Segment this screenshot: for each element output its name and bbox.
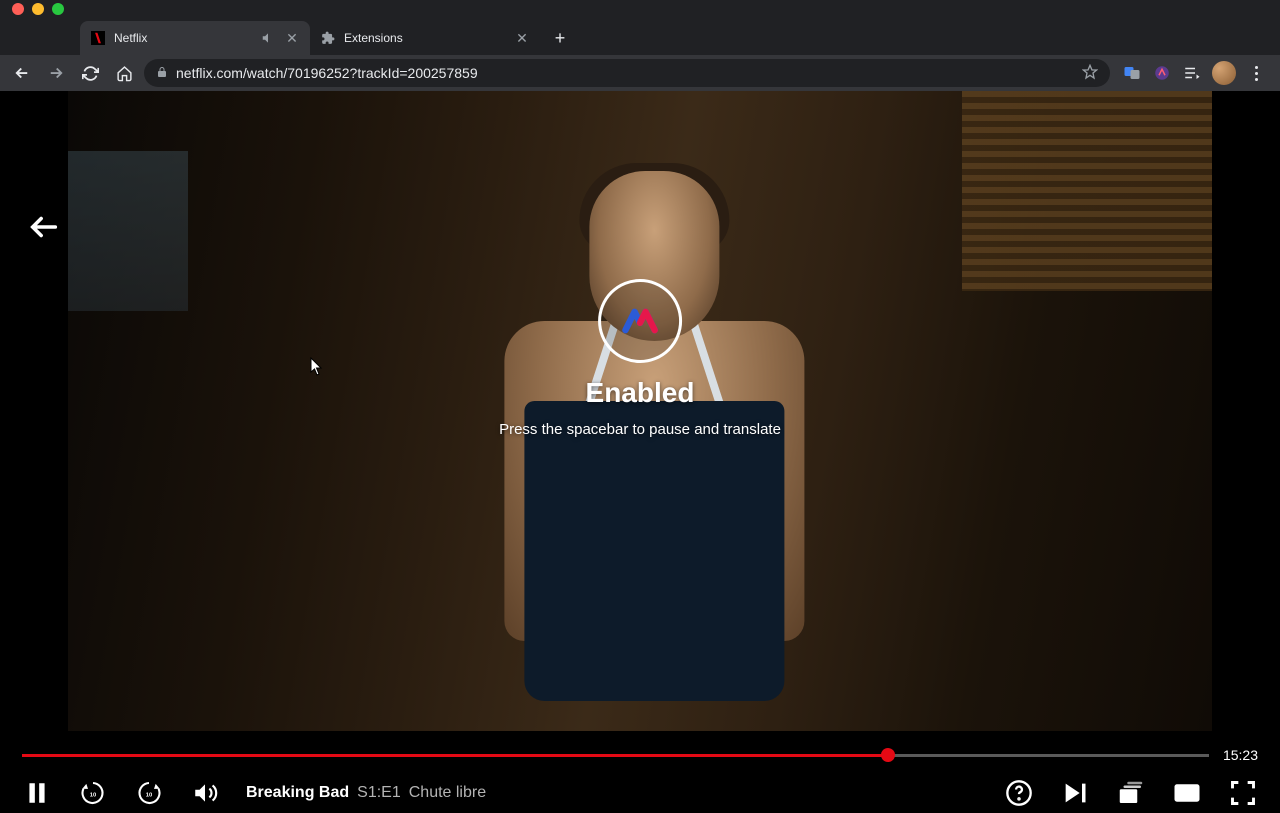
svg-text:10: 10	[146, 792, 152, 798]
tab-strip: Netflix ✕ Extensions ✕ +	[0, 18, 1280, 55]
skip-forward-10-button[interactable]: 10	[134, 778, 164, 808]
extension-logo-icon	[598, 279, 682, 363]
address-bar[interactable]: netflix.com/watch/70196252?trackId=20025…	[144, 59, 1110, 87]
bookmark-star-icon[interactable]	[1082, 64, 1098, 83]
time-remaining: 15:23	[1223, 747, 1258, 763]
back-button[interactable]	[8, 59, 36, 87]
tab-netflix[interactable]: Netflix ✕	[80, 21, 310, 55]
overlay-subtitle: Press the spacebar to pause and translat…	[499, 421, 781, 438]
episode-code: S1:E1	[357, 784, 401, 802]
circle-extension-icon[interactable]	[1152, 63, 1172, 83]
page-content: Enabled Press the spacebar to pause and …	[0, 91, 1280, 800]
episodes-button[interactable]	[1116, 778, 1146, 808]
chrome-menu-button[interactable]	[1246, 66, 1266, 81]
tab-extensions[interactable]: Extensions ✕	[310, 21, 540, 55]
help-button[interactable]	[1004, 778, 1034, 808]
title-block: Breaking Bad S1:E1 Chute libre	[246, 784, 486, 802]
translate-extension-icon[interactable]	[1122, 63, 1142, 83]
lock-icon	[156, 66, 168, 81]
window-close-button[interactable]	[12, 3, 24, 15]
browser-toolbar: netflix.com/watch/70196252?trackId=20025…	[0, 55, 1280, 91]
window-titlebar	[0, 0, 1280, 18]
player-back-button[interactable]	[24, 207, 64, 247]
tab-title: Extensions	[344, 31, 506, 45]
extension-icons	[1116, 61, 1272, 85]
volume-button[interactable]	[190, 778, 220, 808]
tab-close-button[interactable]: ✕	[284, 30, 300, 46]
reload-button[interactable]	[76, 59, 104, 87]
url-text: netflix.com/watch/70196252?trackId=20025…	[176, 65, 1074, 81]
tab-mute-icon[interactable]	[260, 30, 276, 46]
tab-close-button[interactable]: ✕	[514, 30, 530, 46]
pause-button[interactable]	[22, 778, 52, 808]
media-control-icon[interactable]	[1182, 63, 1202, 83]
player-controls: 10 10 Breaking Bad S1:E1 Chute libre	[22, 773, 1258, 813]
subtitles-button[interactable]	[1172, 778, 1202, 808]
home-button[interactable]	[110, 59, 138, 87]
svg-text:10: 10	[90, 792, 96, 798]
show-title: Breaking Bad	[246, 784, 349, 802]
next-episode-button[interactable]	[1060, 778, 1090, 808]
profile-avatar[interactable]	[1212, 61, 1236, 85]
skip-back-10-button[interactable]: 10	[78, 778, 108, 808]
netflix-favicon	[90, 30, 106, 46]
extensions-favicon	[320, 30, 336, 46]
window-zoom-button[interactable]	[52, 3, 64, 15]
progress-bar[interactable]	[22, 754, 1209, 757]
extension-overlay: Enabled Press the spacebar to pause and …	[499, 279, 781, 438]
overlay-title: Enabled	[586, 377, 695, 409]
fullscreen-button[interactable]	[1228, 778, 1258, 808]
new-tab-button[interactable]: +	[546, 24, 574, 52]
window-minimize-button[interactable]	[32, 3, 44, 15]
progress-row: 15:23	[22, 746, 1258, 764]
forward-button[interactable]	[42, 59, 70, 87]
episode-title: Chute libre	[409, 784, 486, 802]
tab-title: Netflix	[114, 31, 252, 45]
